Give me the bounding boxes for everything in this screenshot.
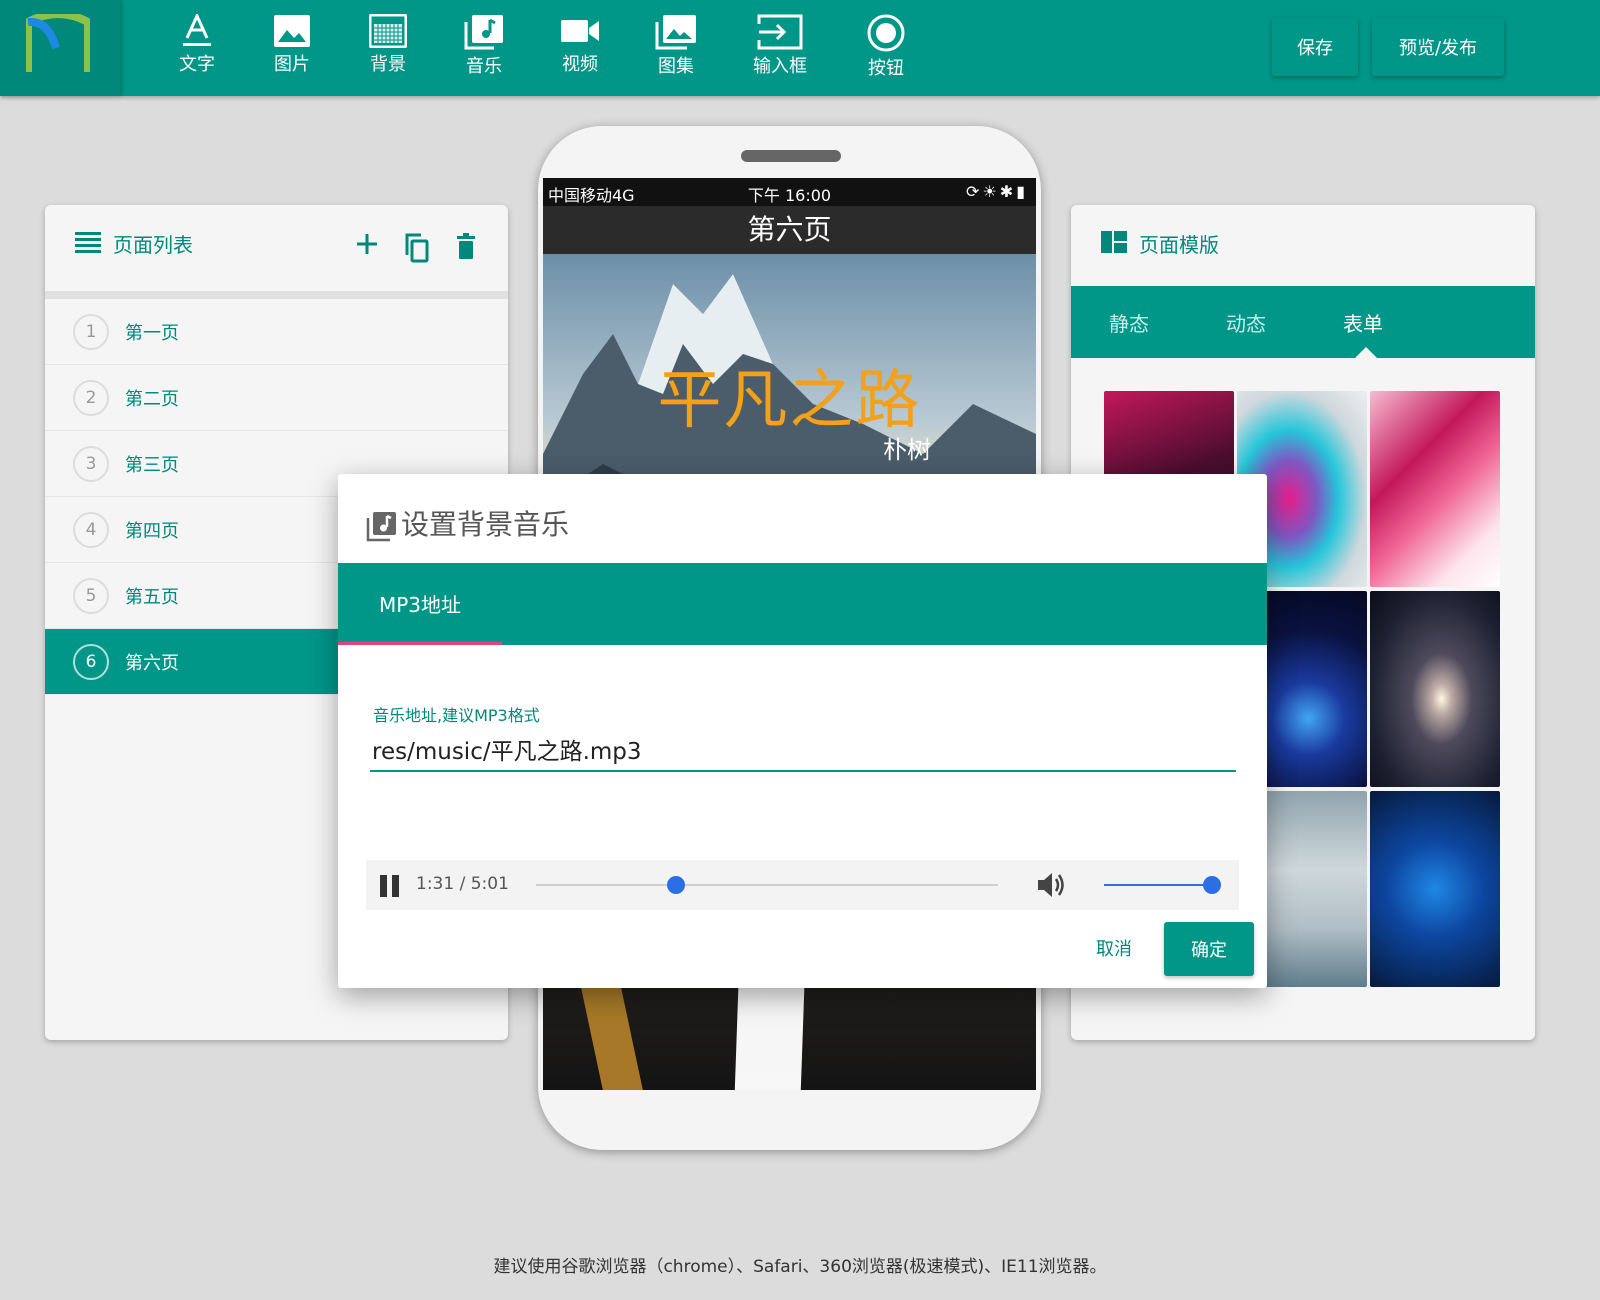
tool-image[interactable]: 图片 bbox=[252, 14, 332, 86]
phone-page-title: 第六页 bbox=[543, 206, 1036, 254]
tool-button[interactable]: 按钮 bbox=[846, 14, 926, 86]
cancel-button[interactable]: 取消 bbox=[1080, 924, 1148, 972]
dialog-tab-bar: MP3地址 bbox=[338, 563, 1267, 645]
text-icon bbox=[183, 14, 211, 46]
page-list-item[interactable]: 2 第二页 bbox=[45, 365, 508, 431]
button-icon bbox=[867, 14, 905, 52]
list-icon bbox=[75, 232, 101, 253]
page-name: 第五页 bbox=[125, 587, 179, 608]
page-name: 第二页 bbox=[125, 389, 179, 410]
seek-bar[interactable] bbox=[536, 884, 998, 886]
template-thumbnail[interactable] bbox=[1370, 391, 1500, 587]
page-number-badge: 5 bbox=[73, 578, 109, 614]
music-icon bbox=[464, 15, 503, 50]
tool-label: 文字 bbox=[179, 54, 215, 75]
volume-handle[interactable] bbox=[1203, 876, 1221, 894]
active-tab-indicator bbox=[1355, 347, 1377, 358]
app-logo[interactable] bbox=[0, 0, 120, 96]
tool-label: 输入框 bbox=[753, 56, 807, 77]
page-number-badge: 2 bbox=[73, 380, 109, 416]
tab-static[interactable]: 静态 bbox=[1109, 308, 1149, 337]
logo-icon bbox=[26, 14, 90, 72]
pause-icon bbox=[392, 875, 399, 897]
save-button[interactable]: 保存 bbox=[1272, 18, 1358, 76]
tool-label: 图片 bbox=[274, 54, 310, 75]
image-icon bbox=[274, 15, 310, 47]
song-title-text[interactable]: 平凡之路 bbox=[543, 349, 1036, 441]
add-page-icon[interactable] bbox=[356, 233, 378, 255]
template-tabs: 静态 动态 表单 bbox=[1071, 286, 1535, 358]
page-name: 第一页 bbox=[125, 323, 179, 344]
music-url-input[interactable] bbox=[370, 728, 1236, 772]
confirm-button[interactable]: 确定 bbox=[1164, 922, 1254, 976]
preview-publish-button[interactable]: 预览/发布 bbox=[1372, 18, 1504, 76]
status-bar: 中国移动4G 下午 16:00 ⟳☀✱▮ bbox=[543, 178, 1036, 206]
template-thumbnail[interactable] bbox=[1370, 791, 1500, 987]
page-list-title: 页面列表 bbox=[113, 233, 193, 257]
delete-page-icon[interactable] bbox=[455, 233, 477, 259]
status-time: 下午 16:00 bbox=[747, 186, 832, 205]
tool-background[interactable]: 背景 bbox=[348, 14, 428, 86]
playback-time: 1:31 / 5:01 bbox=[416, 874, 509, 894]
tab-mp3-url[interactable]: MP3地址 bbox=[338, 563, 502, 645]
phone-speaker bbox=[741, 150, 841, 162]
page-number-badge: 3 bbox=[73, 446, 109, 482]
music-url-label: 音乐地址,建议MP3格式 bbox=[373, 706, 540, 725]
tool-label: 背景 bbox=[370, 54, 406, 75]
copy-page-icon[interactable] bbox=[403, 233, 429, 263]
tab-form[interactable]: 表单 bbox=[1343, 308, 1383, 337]
pause-icon bbox=[380, 875, 387, 897]
seek-handle[interactable] bbox=[666, 876, 685, 894]
browser-recommendation-footer: 建议使用谷歌浏览器（chrome）、Safari、360浏览器(极速模式)、IE… bbox=[493, 1257, 1107, 1277]
page-number-badge: 6 bbox=[73, 644, 109, 680]
volume-level-fill bbox=[1104, 884, 1212, 886]
tool-gallery[interactable]: 图集 bbox=[636, 14, 716, 86]
tool-label: 按钮 bbox=[868, 58, 904, 79]
background-icon bbox=[369, 14, 407, 48]
tool-music[interactable]: 音乐 bbox=[444, 14, 524, 86]
divider bbox=[45, 291, 508, 299]
pause-button[interactable] bbox=[380, 875, 400, 897]
tool-label: 图集 bbox=[658, 56, 694, 77]
top-toolbar: 文字 图片 背景 音乐 视频 图集 输入框 按钮 保存 预览/发布 bbox=[0, 0, 1600, 96]
page-name: 第六页 bbox=[125, 653, 179, 674]
page-number-badge: 4 bbox=[73, 512, 109, 548]
video-icon bbox=[561, 20, 599, 42]
page-name: 第三页 bbox=[125, 455, 179, 476]
tool-label: 音乐 bbox=[466, 56, 502, 77]
active-tab-ink bbox=[338, 642, 502, 645]
template-header: 页面模版 bbox=[1071, 205, 1535, 291]
template-title: 页面模版 bbox=[1139, 233, 1219, 257]
gallery-icon bbox=[655, 15, 696, 50]
page-list-item[interactable]: 1 第一页 bbox=[45, 299, 508, 365]
volume-slider[interactable] bbox=[1104, 884, 1212, 886]
tool-label: 视频 bbox=[562, 54, 598, 75]
template-icon bbox=[1101, 231, 1127, 253]
dialog-title: 设置背景音乐 bbox=[401, 508, 570, 541]
audio-player: 1:31 / 5:01 bbox=[366, 860, 1239, 910]
music-icon bbox=[366, 512, 396, 542]
tool-input[interactable]: 输入框 bbox=[740, 14, 820, 86]
tool-text[interactable]: 文字 bbox=[157, 14, 237, 86]
template-thumbnail[interactable] bbox=[1370, 591, 1500, 787]
page-name: 第四页 bbox=[125, 521, 179, 542]
song-artist-text[interactable]: 朴树 bbox=[883, 430, 931, 465]
tab-dynamic[interactable]: 动态 bbox=[1226, 308, 1266, 337]
page-number-badge: 1 bbox=[73, 314, 109, 350]
input-icon bbox=[757, 14, 803, 50]
tool-video[interactable]: 视频 bbox=[540, 14, 620, 86]
page-list-header: 页面列表 bbox=[45, 205, 508, 291]
volume-icon[interactable] bbox=[1036, 870, 1068, 900]
tab-label: MP3地址 bbox=[378, 593, 462, 617]
status-icons: ⟳☀✱▮ bbox=[966, 182, 1028, 201]
background-music-dialog: 设置背景音乐 MP3地址 音乐地址,建议MP3格式 1:31 / 5:01 取消… bbox=[338, 474, 1267, 988]
